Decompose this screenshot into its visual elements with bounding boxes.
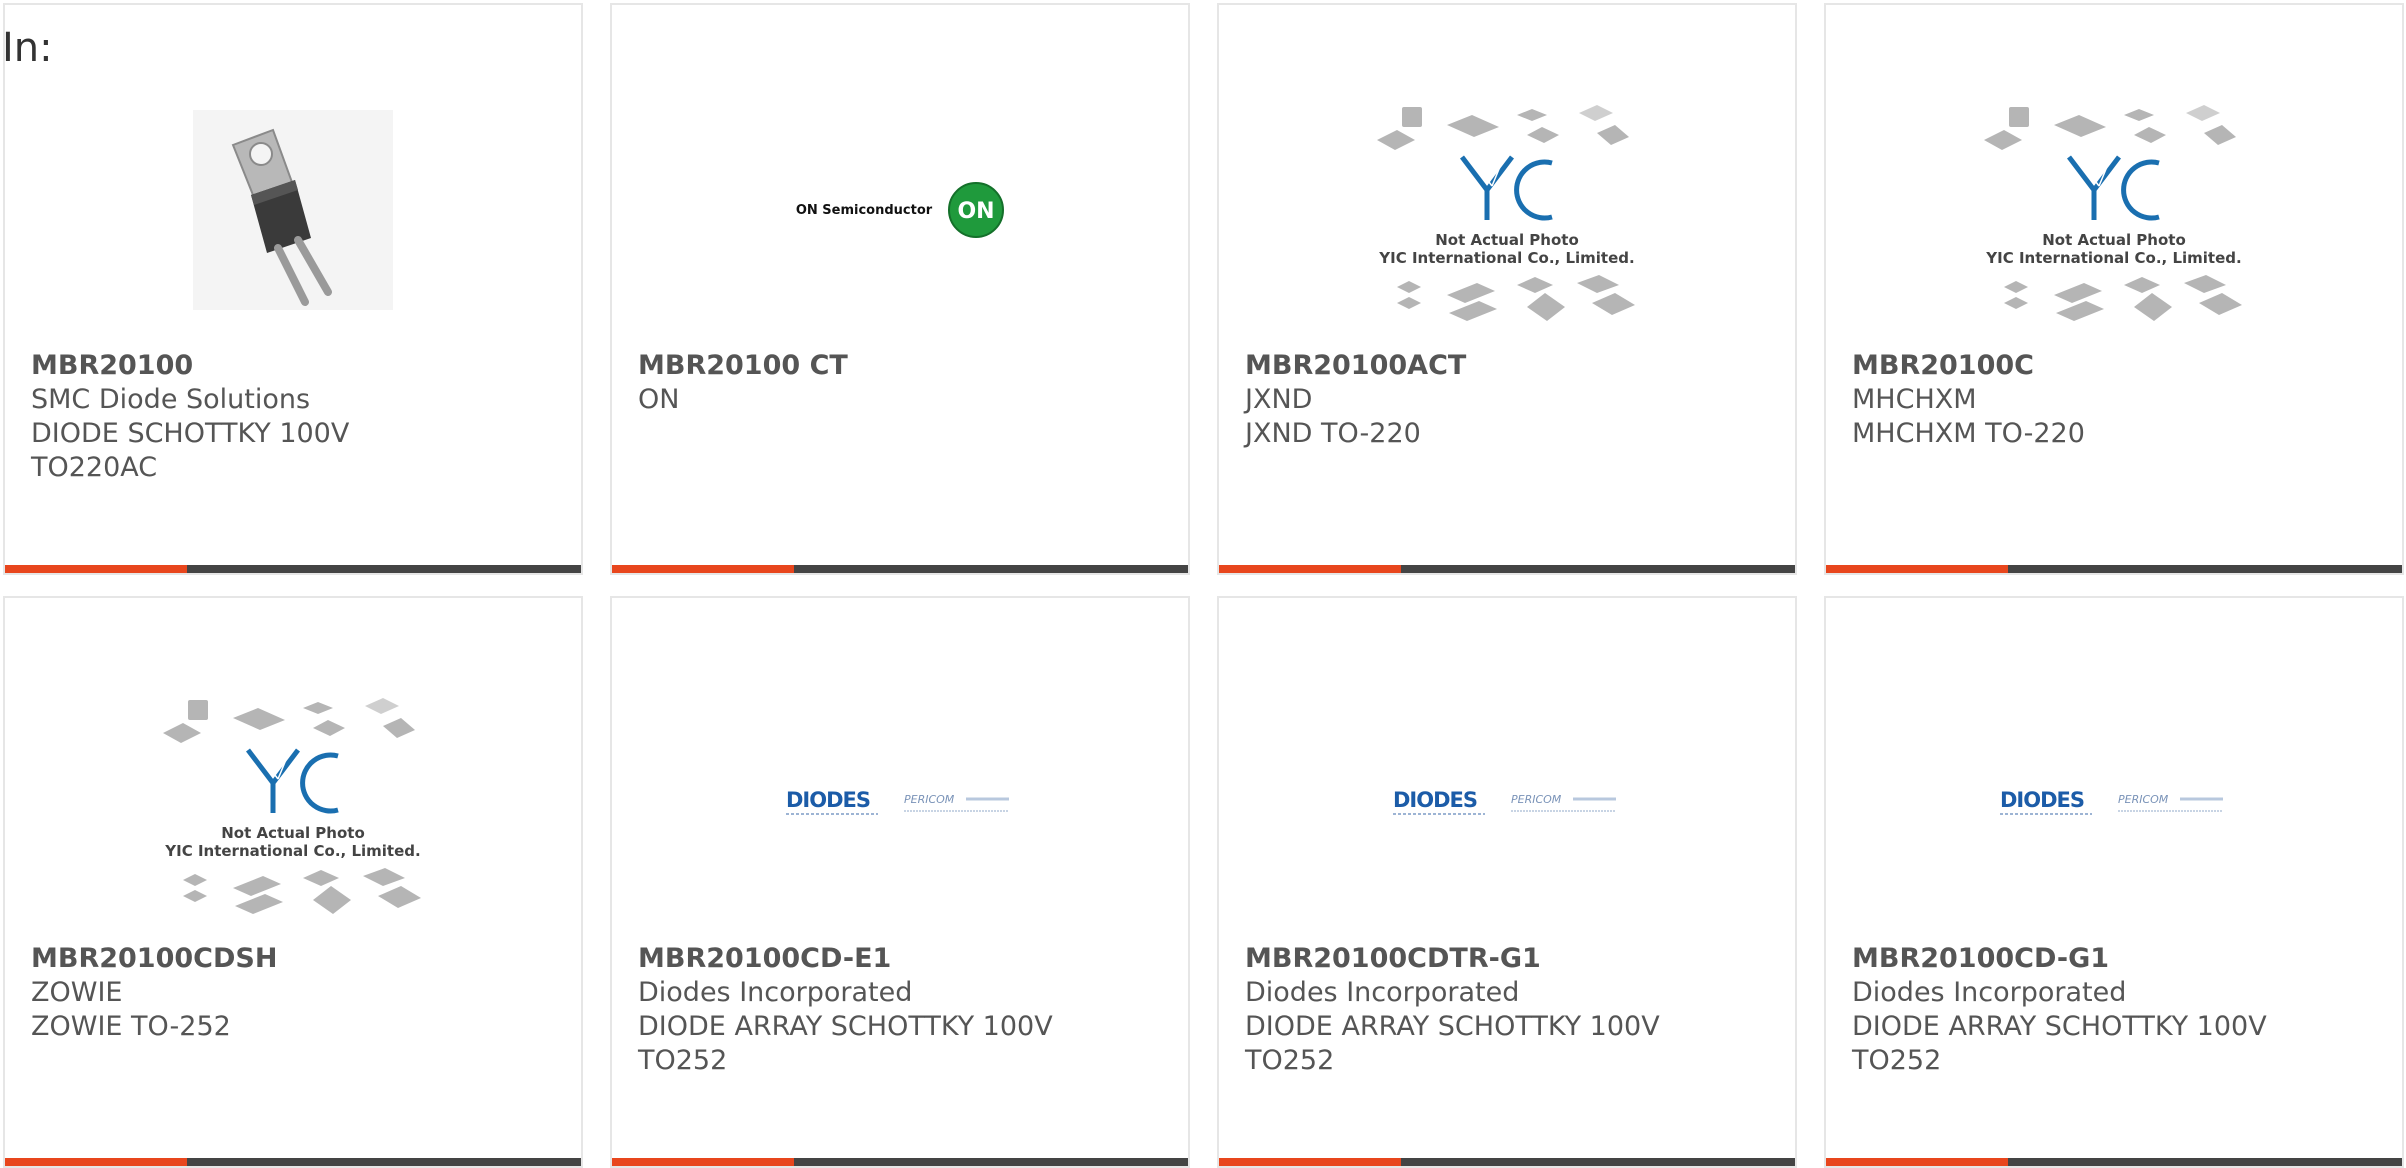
pericom-logo-text: PERICOM (2118, 793, 2169, 806)
yic-placeholder-icon: Not Actual Photo YIC International Co., … (1984, 105, 2242, 321)
to220-package-icon (193, 110, 393, 310)
part-number[interactable]: MBR20100CDTR-G1 (1245, 942, 1775, 976)
logo-line-1: Not Actual Photo (221, 824, 365, 842)
product-grid: MBR20100 SMC Diode Solutions DIODE SCHOT… (3, 3, 2405, 1168)
card-bar-accent (612, 1158, 794, 1166)
diodes-pericom-logo: DIODES PERICOM (1393, 787, 1621, 819)
part-number[interactable]: MBR20100CD-E1 (638, 942, 1168, 976)
card-bar-accent (5, 1158, 187, 1166)
product-info: MBR20100ACT JXND JXND TO-220 (1245, 349, 1775, 451)
card-bottom-bar (5, 565, 581, 573)
manufacturer: Diodes Incorporated (638, 977, 913, 1008)
yic-placeholder-icon: Not Actual Photo YIC International Co., … (163, 698, 421, 914)
product-card[interactable]: MBR20100 SMC Diode Solutions DIODE SCHOT… (3, 3, 583, 575)
product-image[interactable]: Not Actual Photo YIC International Co., … (5, 658, 581, 948)
product-info: MBR20100CDTR-G1 Diodes Incorporated DIOD… (1245, 942, 1775, 1078)
manufacturer: Diodes Incorporated (1852, 977, 2127, 1008)
diodes-logo-text: DIODES (1393, 788, 1477, 812)
package: TO252 (1852, 1045, 1942, 1076)
card-bottom-bar (1826, 565, 2402, 573)
on-semiconductor-logo: ON Semiconductor ON (795, 182, 1005, 238)
on-badge-icon: ON (948, 182, 1005, 238)
pericom-logo-icon: PERICOM (904, 793, 1009, 812)
product-card[interactable]: DIODES PERICOM MBR20100CD-E1 Diodes Inco… (610, 596, 1190, 1168)
product-card[interactable]: Not Actual Photo YIC International Co., … (1824, 3, 2404, 575)
card-bar-accent (1219, 1158, 1401, 1166)
part-number[interactable]: MBR20100 (31, 349, 561, 383)
product-info: MBR20100CD-E1 Diodes Incorporated DIODE … (638, 942, 1168, 1078)
diodes-logo-icon: DIODES (1393, 788, 1485, 815)
description: MHCHXM TO-220 (1852, 418, 2085, 449)
logo-line-1: Not Actual Photo (2042, 231, 2186, 249)
product-info: MBR20100 SMC Diode Solutions DIODE SCHOT… (31, 349, 561, 485)
product-image[interactable]: DIODES PERICOM (612, 658, 1188, 948)
card-bar-accent (612, 565, 794, 573)
card-bar-accent (5, 565, 187, 573)
description: DIODE ARRAY SCHOTTKY 100V (1852, 1011, 2267, 1042)
manufacturer: SMC Diode Solutions (31, 384, 311, 415)
logo-text: ON Semiconductor (795, 202, 933, 218)
manufacturer: ZOWIE (31, 977, 123, 1008)
card-bar-accent (1826, 565, 2008, 573)
card-bottom-bar (612, 565, 1188, 573)
manufacturer: ON (638, 384, 680, 415)
part-number[interactable]: MBR20100C (1852, 349, 2382, 383)
product-info: MBR20100 CT ON (638, 349, 1168, 417)
product-image[interactable]: ON Semiconductor ON (612, 65, 1188, 355)
product-image[interactable] (5, 65, 581, 355)
pericom-logo-text: PERICOM (904, 793, 955, 806)
product-card[interactable]: ON Semiconductor ON MBR20100 CT ON (610, 3, 1190, 575)
description: ZOWIE TO-252 (31, 1011, 231, 1042)
product-info: MBR20100CDSH ZOWIE ZOWIE TO-252 (31, 942, 561, 1044)
logo-line-2: YIC International Co., Limited. (164, 842, 420, 860)
card-bottom-bar (1826, 1158, 2402, 1166)
card-bar-accent (1826, 1158, 2008, 1166)
logo-line-2: YIC International Co., Limited. (1985, 249, 2241, 267)
product-card[interactable]: DIODES PERICOM MBR20100CD-G1 Diodes Inco… (1824, 596, 2404, 1168)
package: TO252 (638, 1045, 728, 1076)
logo-line-1: Not Actual Photo (1435, 231, 1579, 249)
description: DIODE ARRAY SCHOTTKY 100V (638, 1011, 1053, 1042)
description: DIODE SCHOTTKY 100V (31, 418, 350, 449)
part-number[interactable]: MBR20100 CT (638, 349, 1168, 383)
package: TO220AC (31, 452, 158, 483)
yic-placeholder-icon: Not Actual Photo YIC International Co., … (1377, 105, 1635, 321)
card-bar-accent (1219, 565, 1401, 573)
card-bottom-bar (1219, 1158, 1795, 1166)
product-image[interactable]: Not Actual Photo YIC International Co., … (1219, 65, 1795, 355)
product-image[interactable]: Not Actual Photo YIC International Co., … (1826, 65, 2402, 355)
filter-label: In: (2, 25, 53, 71)
manufacturer: Diodes Incorporated (1245, 977, 1520, 1008)
manufacturer: JXND (1245, 384, 1313, 415)
card-bottom-bar (612, 1158, 1188, 1166)
diodes-pericom-logo: DIODES PERICOM (2000, 787, 2228, 819)
diodes-logo-icon: DIODES (2000, 788, 2092, 815)
diodes-logo-text: DIODES (786, 788, 870, 812)
diodes-logo-text: DIODES (2000, 788, 2084, 812)
product-info: MBR20100C MHCHXM MHCHXM TO-220 (1852, 349, 2382, 451)
description: JXND TO-220 (1245, 418, 1421, 449)
diodes-logo-icon: DIODES (786, 788, 878, 815)
product-card[interactable]: DIODES PERICOM MBR20100CDTR-G1 Diodes In… (1217, 596, 1797, 1168)
logo-badge: ON (958, 199, 995, 224)
part-number[interactable]: MBR20100CD-G1 (1852, 942, 2382, 976)
part-number[interactable]: MBR20100ACT (1245, 349, 1775, 383)
package: TO252 (1245, 1045, 1335, 1076)
pericom-logo-text: PERICOM (1511, 793, 1562, 806)
pericom-logo-icon: PERICOM (1511, 793, 1616, 812)
card-bottom-bar (1219, 565, 1795, 573)
pericom-logo-icon: PERICOM (2118, 793, 2223, 812)
card-bottom-bar (5, 1158, 581, 1166)
manufacturer: MHCHXM (1852, 384, 1977, 415)
product-card[interactable]: Not Actual Photo YIC International Co., … (1217, 3, 1797, 575)
product-card[interactable]: Not Actual Photo YIC International Co., … (3, 596, 583, 1168)
part-number[interactable]: MBR20100CDSH (31, 942, 561, 976)
logo-line-2: YIC International Co., Limited. (1378, 249, 1634, 267)
product-image[interactable]: DIODES PERICOM (1826, 658, 2402, 948)
product-image[interactable]: DIODES PERICOM (1219, 658, 1795, 948)
diodes-pericom-logo: DIODES PERICOM (786, 787, 1014, 819)
product-info: MBR20100CD-G1 Diodes Incorporated DIODE … (1852, 942, 2382, 1078)
description: DIODE ARRAY SCHOTTKY 100V (1245, 1011, 1660, 1042)
